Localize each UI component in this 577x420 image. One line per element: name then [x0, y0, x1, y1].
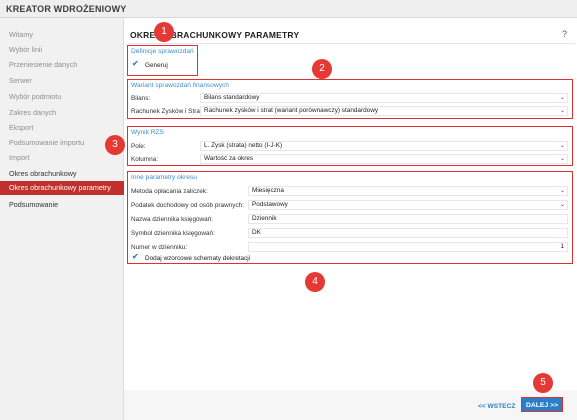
sidebar-item-import[interactable]: Import: [0, 151, 124, 165]
sidebar-item-okres-obrachunkowy-parametry[interactable]: Okres obrachunkowy parametry: [0, 181, 130, 195]
podatek-label: Podatek dochodowy od osób prawnych:: [131, 202, 244, 209]
kolumna-label: Kolumna:: [131, 156, 158, 163]
sidebar-item-podsumowanie[interactable]: Podsumowanie: [0, 198, 124, 212]
other-params-title: Inne parametry okresu: [131, 174, 197, 181]
back-button[interactable]: << WSTECZ: [478, 403, 515, 410]
symbol-label: Symbol dziennika księgowań:: [131, 230, 215, 237]
metoda-label: Metoda opłacania zaliczek:: [131, 188, 208, 195]
sidebar-item-wybor-podmiotu[interactable]: Wybór podmiotu: [0, 90, 124, 104]
sidebar-item-zakres-danych[interactable]: Zakres danych: [0, 106, 124, 120]
sidebar-item-serwer[interactable]: Serwer: [0, 74, 124, 88]
financial-variant-title: Wariant sprawozdań finansowych: [131, 82, 229, 89]
main-panel: OKRES OBRACHUNKOWY PARAMETRY ? Definicje…: [124, 18, 577, 390]
sidebar-item-eksport[interactable]: Eksport: [0, 121, 124, 135]
generuj-checkbox[interactable]: ✔: [132, 59, 139, 68]
nazwa-label: Nazwa dziennika księgowań:: [131, 216, 214, 223]
rzs-result-title: Wynik RZS: [131, 129, 164, 136]
sidebar-item-okres-obrachunkowy[interactable]: Okres obrachunkowy: [0, 167, 124, 181]
nazwa-input[interactable]: Dziennik: [248, 214, 568, 224]
annotation-badge-4: 4: [305, 272, 325, 292]
title-bar: KREATOR WDROŻENIOWY: [0, 0, 577, 18]
footer: << WSTECZ DALEJ >>: [124, 390, 577, 420]
app-title: KREATOR WDROŻENIOWY: [6, 4, 127, 14]
numer-input[interactable]: 1: [248, 242, 568, 252]
chevron-down-icon: ⌄: [559, 188, 565, 194]
generuj-label: Generuj: [145, 62, 168, 69]
annotation-badge-1: 1: [154, 22, 174, 42]
pole-select[interactable]: L. Zysk (strata) netto (I-J-K) ⌄: [200, 141, 568, 151]
definitions-title: Definicje sprawozdań: [131, 48, 194, 55]
rzis-label: Rachunek Zysków i Strat:: [131, 108, 204, 115]
sidebar-item-witamy[interactable]: Witamy: [0, 28, 124, 42]
schematy-checkbox[interactable]: ✔: [132, 252, 139, 261]
next-button[interactable]: DALEJ >>: [521, 397, 563, 412]
chevron-down-icon: ⌄: [559, 156, 565, 162]
metoda-value: Miesięczna: [252, 187, 284, 194]
annotation-badge-2: 2: [312, 59, 332, 79]
annotation-badge-5: 5: [533, 373, 553, 393]
metoda-select[interactable]: Miesięczna ⌄: [248, 186, 568, 196]
rzis-select[interactable]: Rachunek zysków i strat (wariant porówna…: [200, 106, 568, 116]
pole-value: L. Zysk (strata) netto (I-J-K): [204, 142, 283, 149]
bilans-label: Bilans:: [131, 95, 151, 102]
chevron-down-icon: ⌄: [559, 143, 565, 149]
bilans-value: Bilans standardowy: [204, 94, 260, 101]
sidebar: Witamy Wybór linii Przeniesienie danych …: [0, 18, 130, 420]
help-icon[interactable]: ?: [562, 29, 567, 39]
chevron-down-icon: ⌄: [559, 95, 565, 101]
podatek-select[interactable]: Podstawowy ⌄: [248, 200, 568, 210]
bilans-select[interactable]: Bilans standardowy ⌄: [200, 93, 568, 103]
sidebar-item-przeniesienie-danych[interactable]: Przeniesienie danych: [0, 58, 124, 72]
chevron-down-icon: ⌄: [559, 202, 565, 208]
schematy-label: Dodaj wzorcowe schematy dekretacji: [145, 255, 251, 262]
title-divider: [128, 43, 575, 44]
sidebar-item-wybor-linii[interactable]: Wybór linii: [0, 43, 124, 57]
chevron-down-icon: ⌄: [559, 108, 565, 114]
podatek-value: Podstawowy: [252, 201, 288, 208]
pole-label: Pole:: [131, 143, 146, 150]
rzis-value: Rachunek zysków i strat (wariant porówna…: [204, 107, 379, 114]
symbol-input[interactable]: DK: [248, 228, 568, 238]
kolumna-select[interactable]: Wartość za okres ⌄: [200, 154, 568, 164]
numer-label: Numer w dzienniku:: [131, 244, 188, 251]
annotation-badge-3: 3: [105, 135, 125, 155]
kolumna-value: Wartość za okres: [204, 155, 254, 162]
